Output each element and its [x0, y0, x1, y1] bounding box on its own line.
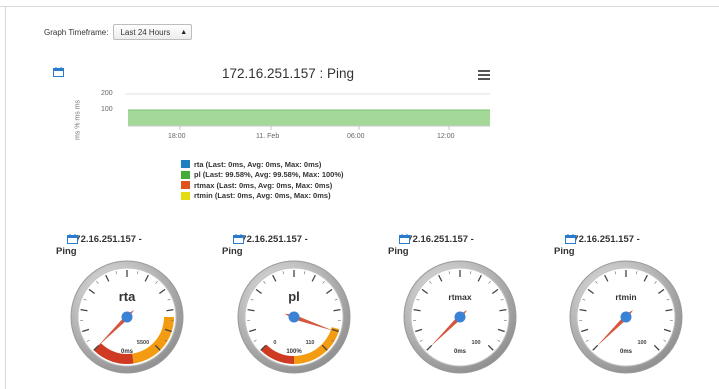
gauge-rtmin: rtmin 100 0ms — [569, 260, 683, 374]
gauge-hub — [454, 311, 466, 323]
calendar-icon[interactable] — [399, 234, 410, 244]
legend-swatch — [181, 181, 190, 190]
gauge-max-label: 100 — [637, 340, 646, 346]
x-tick-label: 11. Feb — [256, 133, 280, 140]
gauge-name: rtmin — [615, 292, 636, 302]
legend-item[interactable]: rta (Last: 0ms, Avg: 0ms, Max: 0ms) — [181, 159, 344, 170]
gauge-name: rta — [119, 289, 136, 304]
gauge-name: rtmax — [448, 292, 471, 302]
calendar-icon[interactable] — [233, 234, 244, 244]
x-tick-label: 18:00 — [168, 133, 186, 140]
gauge-hub — [121, 311, 133, 323]
gauge-rta: rta 55000ms — [70, 260, 184, 374]
y-tick-100: 100 — [101, 106, 113, 113]
legend-swatch — [181, 160, 190, 169]
gauge-value-label: 0ms — [121, 349, 134, 355]
gauge-hub — [288, 311, 300, 323]
legend-swatch — [181, 191, 190, 200]
gauge-value-label: 0ms — [454, 349, 467, 355]
y-tick-200: 200 — [101, 90, 113, 97]
gauge-pl: pl 110 0 100% — [237, 260, 351, 374]
gauge-max-label: 5500 — [137, 340, 149, 346]
gauge-hub — [620, 311, 632, 323]
legend-item[interactable]: rtmax (Last: 0ms, Avg: 0ms, Max: 0ms) — [181, 180, 344, 191]
chart-legend: rta (Last: 0ms, Avg: 0ms, Max: 0ms) pl (… — [181, 159, 344, 201]
gauge-name: pl — [288, 289, 300, 304]
x-tick-label: 12:00 — [437, 133, 455, 140]
legend-label: rta (Last: 0ms, Avg: 0ms, Max: 0ms) — [194, 159, 322, 169]
series-area — [128, 110, 490, 126]
gauge-max-label: 100 — [471, 340, 480, 346]
calendar-icon[interactable] — [565, 234, 576, 244]
gauge-value-label: 0ms — [620, 349, 633, 355]
calendar-icon[interactable] — [67, 234, 78, 244]
legend-swatch — [181, 170, 190, 179]
gauge-value-label: 100% — [286, 349, 302, 355]
gauge-zero-label: 0 — [273, 340, 276, 346]
legend-item[interactable]: rtmin (Last: 0ms, Avg: 0ms, Max: 0ms) — [181, 191, 344, 202]
gauge-max-label: 110 — [306, 340, 315, 346]
legend-label: rtmin (Last: 0ms, Avg: 0ms, Max: 0ms) — [194, 191, 331, 201]
x-tick-label: 06:00 — [347, 133, 365, 140]
legend-label: pl (Last: 99.58%, Avg: 99.58%, Max: 100%… — [194, 170, 344, 180]
legend-label: rtmax (Last: 0ms, Avg: 0ms, Max: 0ms) — [194, 180, 333, 190]
gauge-rtmax: rtmax 100 0ms — [403, 260, 517, 374]
legend-item[interactable]: pl (Last: 99.58%, Avg: 99.58%, Max: 100%… — [181, 170, 344, 181]
